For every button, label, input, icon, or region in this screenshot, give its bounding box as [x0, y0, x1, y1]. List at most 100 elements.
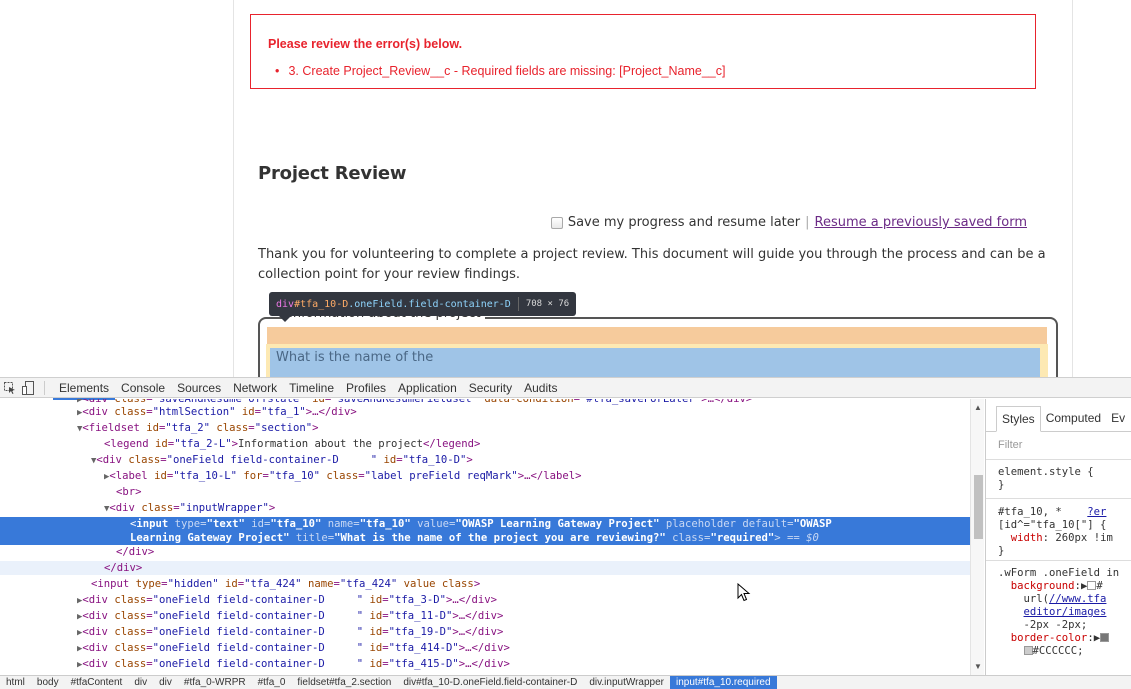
css-value[interactable]: -2px -2px;	[1024, 619, 1088, 631]
color-swatch[interactable]	[1100, 633, 1110, 642]
dom-node[interactable]: ▶<div class="htmlSection" id="tfa_1">…</…	[0, 405, 970, 419]
scroll-down-icon[interactable]: ▼	[974, 662, 982, 671]
inspect-tooltip: div #tfa_10-D .oneField.field-container-D …	[269, 292, 577, 322]
toolbar-divider	[44, 380, 45, 395]
rule-close: }	[998, 545, 1005, 557]
intro-text: Thank you for volunteering to complete a…	[258, 247, 1046, 282]
dom-node[interactable]: ▼<fieldset id="tfa_2" class="section">	[0, 421, 970, 435]
inspect-highlight-margin	[267, 327, 1047, 345]
style-rule-tfa10[interactable]: #tfa_10, * ?er [id^="tfa_10["] { width: …	[998, 506, 1113, 558]
rule-selector: [id^="tfa_10["] {	[998, 519, 1107, 531]
tooltip-id: #tfa_10-D	[294, 298, 349, 310]
rule-selector: #tfa_10, *	[998, 506, 1062, 518]
breadcrumb-item[interactable]: body	[31, 676, 65, 689]
rule-selector: .wForm .oneField in	[998, 567, 1120, 579]
dom-tree: ▶<div class="saveAndResume offstate" id=…	[0, 399, 970, 675]
inspect-element-icon[interactable]	[2, 381, 18, 395]
css-property[interactable]: border-color	[1011, 632, 1088, 644]
styles-pane: Styles Computed Ev Filter element.style …	[985, 399, 1131, 675]
breadcrumb-item[interactable]: #tfa_0-WRPR	[178, 676, 252, 689]
breadcrumb-item[interactable]: div#tfa_10-D.oneField.field-container-D	[397, 676, 583, 689]
breadcrumb-item[interactable]: div.inputWrapper	[583, 676, 670, 689]
devtools-toolbar: Elements Console Sources Network Timelin…	[0, 378, 1131, 400]
devtools-panel: Elements Console Sources Network Timelin…	[0, 377, 1131, 689]
error-item: • 3. Create Project_Review__c - Required…	[275, 64, 725, 78]
tab-audits[interactable]: Audits	[518, 378, 563, 398]
breadcrumb-item[interactable]: fieldset#tfa_2.section	[291, 676, 397, 689]
separator: |	[805, 215, 810, 230]
styles-filter-input[interactable]: Filter	[998, 439, 1022, 451]
styles-tabs: Styles Computed Ev	[986, 406, 1131, 432]
dom-node[interactable]: ▶<div class="oneField field-container-D …	[0, 657, 970, 671]
tab-sources[interactable]: Sources	[171, 378, 227, 398]
divider	[986, 498, 1131, 499]
dom-node[interactable]: ▼<div class="oneField field-container-D …	[0, 453, 970, 467]
rule-close: }	[998, 479, 1005, 491]
tab-console[interactable]: Console	[115, 378, 171, 398]
tooltip-divider	[517, 297, 519, 311]
tooltip-tag: div	[276, 298, 295, 310]
dom-node[interactable]: ▶<div class="oneField field-container-D …	[0, 609, 970, 623]
device-mode-icon[interactable]	[20, 380, 36, 395]
color-swatch[interactable]	[1023, 646, 1033, 655]
css-value[interactable]: 260px !im	[1055, 532, 1112, 544]
dom-node[interactable]: <input type="hidden" id="tfa_424" name="…	[0, 577, 970, 591]
css-property[interactable]: width	[1011, 532, 1043, 544]
css-value[interactable]: #CCCCCC;	[1033, 645, 1084, 657]
dom-node[interactable]: ▶<div class="oneField field-container-D …	[0, 593, 970, 607]
dom-node[interactable]: </div>	[0, 545, 970, 559]
breadcrumb-item[interactable]: div	[153, 676, 178, 689]
element-style-rule[interactable]: element.style { }	[998, 466, 1094, 492]
error-summary-title: Please review the error(s) below.	[268, 37, 463, 51]
error-summary-box: Please review the error(s) below. • 3. C…	[250, 14, 1036, 89]
divider	[986, 560, 1131, 561]
tooltip-size: 708 × 76	[525, 299, 570, 309]
tab-security[interactable]: Security	[463, 378, 518, 398]
bullet-icon: •	[275, 64, 280, 78]
form-title: Project Review	[258, 163, 407, 184]
dom-node-selected[interactable]: <input type="text" id="tfa_10" name="tfa…	[0, 517, 970, 545]
tab-styles[interactable]: Styles	[996, 406, 1041, 432]
dom-node[interactable]: ▶<label id="tfa_10-L" for="tfa_10" class…	[0, 469, 970, 483]
tab-application[interactable]: Application	[392, 378, 463, 398]
breadcrumb-item[interactable]: #tfa_0	[252, 676, 292, 689]
save-resume-row: Save my progress and resume later | Resu…	[550, 215, 1028, 230]
dom-node[interactable]: ▶<div class="oneField field-container-D …	[0, 641, 970, 655]
color-swatch[interactable]	[1087, 581, 1097, 590]
rule-selector: element.style {	[998, 466, 1094, 478]
tab-profiles[interactable]: Profiles	[340, 378, 392, 398]
breadcrumb-item[interactable]: div	[128, 676, 153, 689]
url-link[interactable]: //www.tfa	[1049, 593, 1106, 605]
project-name-label: What is the name of the	[276, 350, 434, 365]
scroll-up-icon[interactable]: ▲	[974, 403, 982, 412]
dom-tree-scrollbar[interactable]: ▲ ▼	[970, 399, 984, 675]
dom-node-hovered[interactable]: </div>	[0, 561, 970, 575]
rule-source-link[interactable]: ?er	[1087, 506, 1106, 518]
scrollbar-thumb[interactable]	[974, 475, 983, 539]
web-page-viewport: Please review the error(s) below. • 3. C…	[0, 0, 1131, 377]
save-later-label[interactable]: Save my progress and resume later	[568, 215, 800, 230]
tab-timeline[interactable]: Timeline	[283, 378, 340, 398]
url-link[interactable]: editor/images	[1024, 606, 1107, 618]
breadcrumb-item[interactable]: #tfaContent	[65, 676, 129, 689]
css-value[interactable]: #	[1096, 580, 1102, 592]
resume-saved-form-link[interactable]: Resume a previously saved form	[815, 215, 1028, 230]
tab-network[interactable]: Network	[227, 378, 283, 398]
breadcrumb-item[interactable]: html	[0, 676, 31, 689]
breadcrumb-item-active[interactable]: input#tfa_10.required	[670, 676, 777, 689]
save-later-checkbox[interactable]	[550, 216, 563, 229]
divider	[986, 459, 1131, 460]
dom-node[interactable]: <legend id="tfa_2-L">Information about t…	[0, 437, 970, 451]
mouse-cursor-icon	[737, 582, 751, 607]
inspect-highlight-content: What is the name of the	[270, 348, 1040, 377]
dom-breadcrumbs: html body #tfaContent div div #tfa_0-WRPR #tfa…	[0, 675, 1131, 689]
dom-node[interactable]: ▶<div class="oneField field-container-D …	[0, 625, 970, 639]
tooltip-classes: .oneField.field-container-D	[348, 298, 511, 310]
tab-computed[interactable]: Computed	[1041, 406, 1106, 432]
tab-event-listeners[interactable]: Ev	[1106, 406, 1130, 432]
dom-node[interactable]: ▼<div class="inputWrapper">	[0, 501, 970, 515]
dom-node[interactable]: <br>	[0, 485, 970, 499]
style-rule-wform[interactable]: .wForm .oneField in background:▶ # url(//…	[998, 567, 1119, 658]
css-property[interactable]: background	[1011, 580, 1075, 592]
tab-elements[interactable]: Elements	[53, 378, 116, 400]
